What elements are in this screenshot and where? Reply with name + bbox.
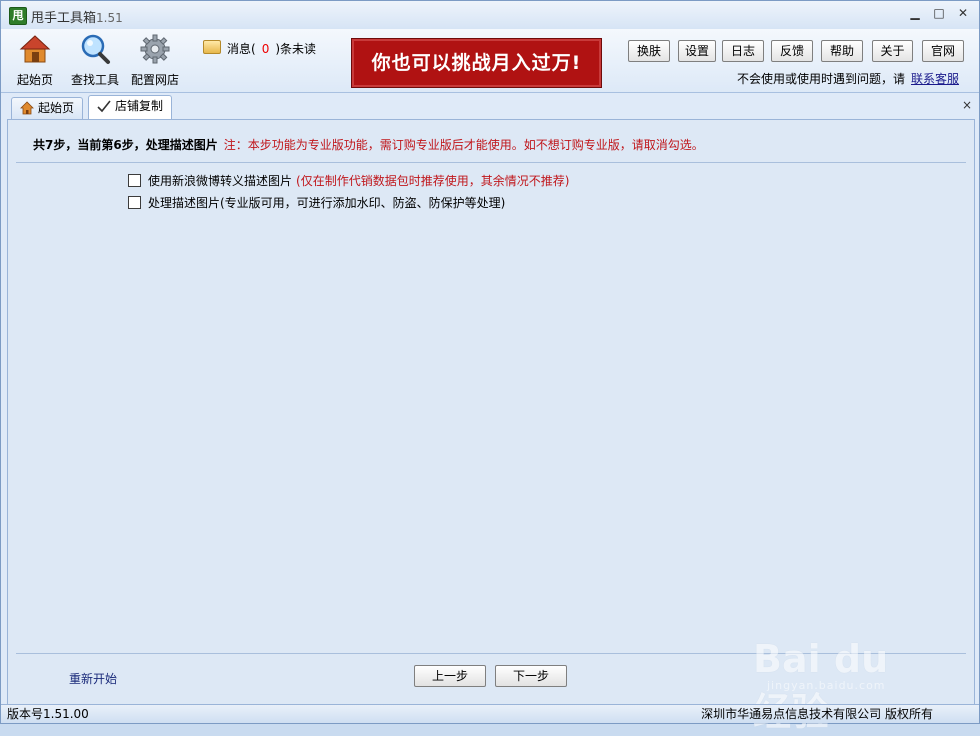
tab-home-label: 起始页 [38,101,75,115]
app-name: 甩手工具箱 [31,11,97,26]
minimize-icon[interactable]: ▁ [906,6,924,20]
step-note: 注：本步功能为专业版功能，需订购专业版后才能使用。如不想订购专业版，请取消勾选。 [223,138,704,152]
gear-icon [140,34,170,64]
step-header: 共7步，当前第6步，处理描述图片 注：本步功能为专业版功能，需订购专业版后才能使用… [33,136,704,153]
config-shop-label: 配置网店 [130,73,179,87]
tab-home[interactable]: 起始页 [11,97,84,119]
find-tools-button[interactable]: 查找工具 [69,33,121,88]
wizard-panel: 共7步，当前第6步，处理描述图片 注：本步功能为专业版功能，需订购专业版后才能使用… [7,119,975,706]
home-tool-label: 起始页 [16,73,53,87]
feedback-button[interactable]: 反馈 [771,40,813,62]
house-icon [19,35,51,63]
app-version: 1.51 [96,11,123,25]
version-number: 版本号1.51.00 [7,707,89,721]
window-title: 甩手工具箱1.51 [31,7,123,26]
footer-divider [16,653,966,654]
promo-banner[interactable]: 你也可以挑战月入过万! [351,38,602,88]
settings-button[interactable]: 设置 [678,40,716,62]
option-weibo-images-label: 使用新浪微博转义描述图片 [148,174,293,188]
help-note: 不会使用或使用时遇到问题，请 联系客服 [737,70,959,87]
close-tab-icon[interactable]: × [962,98,972,112]
find-tools-label: 查找工具 [70,73,119,87]
copyright-text: 深圳市华通易点信息技术有限公司 版权所有 [701,707,933,721]
help-button[interactable]: 帮助 [821,40,863,62]
header-divider [16,162,966,163]
about-button[interactable]: 关于 [872,40,913,62]
messages-indicator[interactable]: 消息( 0 )条未读 [203,40,316,57]
tab-shop-copy[interactable]: 店铺复制 [88,95,173,120]
restart-link[interactable]: 重新开始 [69,670,117,687]
website-button[interactable]: 官网 [922,40,964,62]
option-process-images[interactable]: 处理描述图片(专业版可用，可进行添加水印、防盗、防保护等处理) [128,194,505,211]
help-note-text: 不会使用或使用时遇到问题，请 [736,72,905,86]
contact-support-link[interactable]: 联系客服 [911,72,959,86]
messages-prefix: 消息( [227,42,256,56]
magnifier-icon [81,34,110,64]
toolbar: 起始页 查找工具 配置网店 消息(0)条未读 你也可以挑战月入过万! 换肤 … [1,29,979,93]
config-shop-button[interactable]: 配置网店 [129,33,181,88]
tab-shop-copy-label: 店铺复制 [115,99,164,113]
maximize-icon[interactable]: □ [930,6,948,20]
envelope-icon [203,40,221,54]
messages-count: 0 [261,42,270,56]
next-step-button[interactable]: 下一步 [495,665,567,687]
option-weibo-images-hint: (仅在制作代销数据包时推荐使用，其余情况不推荐) [296,174,570,188]
home-tool-button[interactable]: 起始页 [14,33,56,88]
prev-step-button[interactable]: 上一步 [414,665,486,687]
main-window: 甩 甩手工具箱1.51 ▁ □ ✕ 起始页 查找工具 配置网店 消息(0)条… [0,0,980,734]
step-title: 共7步，当前第6步，处理描述图片 [33,138,218,152]
tab-bar: 起始页 店铺复制 × [1,93,979,120]
checkbox-weibo-images[interactable] [128,174,141,187]
status-bar: 版本号1.51.00 深圳市华通易点信息技术有限公司 版权所有 [1,704,979,723]
home-icon [20,101,34,115]
check-pen-icon [97,100,111,113]
title-bar: 甩 甩手工具箱1.51 ▁ □ ✕ [1,1,979,29]
log-button[interactable]: 日志 [722,40,764,62]
checkbox-process-images[interactable] [128,196,141,209]
option-process-images-label: 处理描述图片(专业版可用，可进行添加水印、防盗、防保护等处理) [148,196,506,210]
close-icon[interactable]: ✕ [954,6,972,20]
skin-button[interactable]: 换肤 [628,40,670,62]
option-weibo-images[interactable]: 使用新浪微博转义描述图片 (仅在制作代销数据包时推荐使用，其余情况不推荐) [128,172,569,189]
app-logo-icon: 甩 [9,7,27,25]
messages-suffix: )条未读 [275,42,317,56]
